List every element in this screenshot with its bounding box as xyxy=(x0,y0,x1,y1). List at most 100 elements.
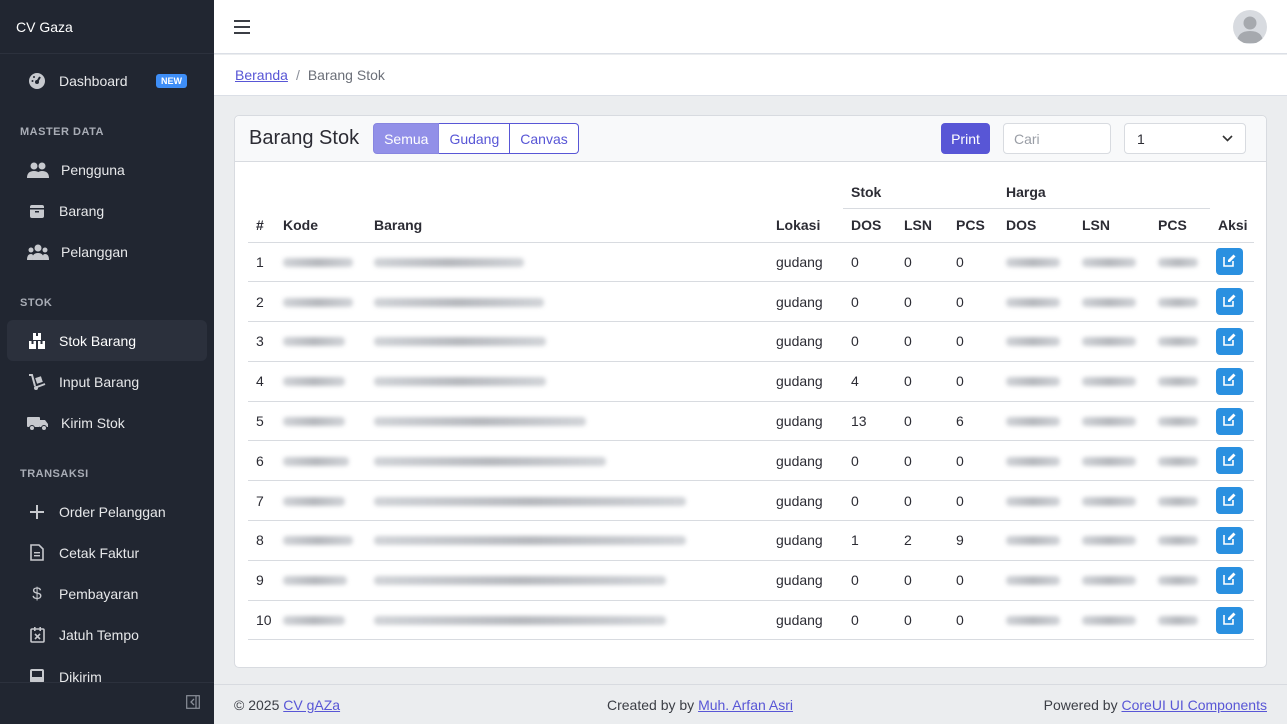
hamburger-menu-icon[interactable] xyxy=(234,14,250,40)
stok-pcs-cell: 0 xyxy=(948,321,998,362)
sidebar-item-label: Input Barang xyxy=(59,373,140,390)
table-row: 2 gudang 0 0 0 xyxy=(248,281,1254,323)
sidebar-item-input-barang[interactable]: Input Barang xyxy=(7,361,207,402)
edit-button[interactable] xyxy=(1216,526,1243,554)
filter-gudang-button[interactable]: Gudang xyxy=(439,123,511,154)
sidebar-item-dikirim[interactable]: Dikirim xyxy=(7,655,207,685)
edit-button[interactable] xyxy=(1216,367,1243,395)
print-button[interactable]: Print xyxy=(941,123,990,154)
harga-pcs-cell xyxy=(1150,560,1210,601)
sidebar-item-order-pelanggan[interactable]: Order Pelanggan xyxy=(7,491,207,532)
edit-button[interactable] xyxy=(1216,566,1243,594)
table-row: 3 gudang 0 0 0 xyxy=(248,321,1254,362)
sidebar-item-label: Stok Barang xyxy=(59,332,137,349)
harga-dos-cell xyxy=(998,600,1074,641)
sidebar-item-stok-barang[interactable]: Stok Barang xyxy=(7,320,207,361)
sidebar-toggler[interactable] xyxy=(0,682,214,724)
stok-pcs-cell: 0 xyxy=(948,440,998,482)
kode-cell xyxy=(275,520,366,561)
collapse-icon xyxy=(186,695,200,712)
aksi-cell xyxy=(1210,440,1254,482)
edit-icon xyxy=(1223,572,1236,588)
table-row: 7 gudang 0 0 0 xyxy=(248,480,1254,522)
harga-dos-cell xyxy=(998,242,1074,283)
dolly-icon xyxy=(27,373,47,391)
barang-cell xyxy=(366,281,768,323)
kode-cell xyxy=(275,242,366,283)
section-title: TRANSAKSI xyxy=(20,468,89,480)
sidebar-item-pengguna[interactable]: Pengguna xyxy=(7,149,207,190)
stok-pcs-cell: 0 xyxy=(948,480,998,522)
box-icon xyxy=(27,202,47,220)
breadcrumb-current: Barang Stok xyxy=(307,67,385,83)
section-title: MASTER DATA xyxy=(20,126,104,138)
avatar[interactable] xyxy=(1233,10,1267,44)
new-badge: NEW xyxy=(156,73,187,88)
search-input[interactable] xyxy=(1003,123,1111,154)
row-number: 8 xyxy=(248,520,275,561)
harga-lsn-cell xyxy=(1074,401,1150,442)
boxes-icon xyxy=(27,332,47,350)
stok-lsn-cell: 0 xyxy=(896,480,948,522)
harga-lsn-cell xyxy=(1074,281,1150,323)
breadcrumb-home-link[interactable]: Beranda xyxy=(235,67,288,83)
sidebar-item-label: Pembayaran xyxy=(59,585,139,602)
lokasi-cell: gudang xyxy=(768,242,843,283)
edit-button[interactable] xyxy=(1216,487,1243,515)
column-header: LSN xyxy=(1074,208,1150,243)
harga-pcs-cell xyxy=(1150,480,1210,522)
coreui-link[interactable]: CoreUI UI Components xyxy=(1121,697,1267,713)
harga-dos-cell xyxy=(998,361,1074,402)
edit-button[interactable] xyxy=(1216,447,1243,475)
lokasi-cell: gudang xyxy=(768,361,843,402)
edit-button[interactable] xyxy=(1216,288,1243,316)
edit-button[interactable] xyxy=(1216,248,1243,276)
harga-lsn-cell xyxy=(1074,480,1150,522)
author-link[interactable]: Muh. Arfan Asri xyxy=(698,697,793,713)
harga-dos-cell xyxy=(998,440,1074,482)
sidebar-item-jatuh-tempo[interactable]: Jatuh Tempo xyxy=(7,614,207,655)
column-header: PCS xyxy=(948,208,998,243)
barang-cell xyxy=(366,480,768,522)
brand[interactable]: CV Gaza xyxy=(0,0,214,54)
harga-group-header: Harga xyxy=(998,176,1210,209)
stok-lsn-cell: 0 xyxy=(896,281,948,323)
lokasi-cell: gudang xyxy=(768,281,843,323)
filter-semua-button[interactable]: Semua xyxy=(373,123,440,154)
edit-icon xyxy=(1223,493,1236,509)
sidebar-item-barang[interactable]: Barang xyxy=(7,190,207,231)
kode-cell xyxy=(275,480,366,522)
lokasi-cell: gudang xyxy=(768,520,843,561)
sidebar-item-kirim-stok[interactable]: Kirim Stok xyxy=(7,402,207,443)
table-row: 10 gudang 0 0 0 xyxy=(248,600,1254,641)
barang-cell xyxy=(366,600,768,641)
stok-lsn-cell: 0 xyxy=(896,440,948,482)
sidebar-item-pembayaran[interactable]: $ Pembayaran xyxy=(7,573,207,614)
barang-cell xyxy=(366,321,768,362)
lokasi-cell: gudang xyxy=(768,480,843,522)
edit-button[interactable] xyxy=(1216,407,1243,435)
speedometer-icon xyxy=(27,72,47,90)
filter-canvas-button[interactable]: Canvas xyxy=(510,123,579,154)
stok-group-header: Stok xyxy=(843,176,998,209)
sidebar-item-pelanggan[interactable]: Pelanggan xyxy=(7,231,207,272)
sidebar-item-label: Order Pelanggan xyxy=(59,503,166,520)
sidebar-item-dashboard[interactable]: Dashboard NEW xyxy=(7,60,207,101)
calendar-x-icon xyxy=(27,626,47,644)
breadcrumb: Beranda / Barang Stok xyxy=(214,55,1287,96)
file-icon xyxy=(27,544,47,562)
sidebar-item-cetak-faktur[interactable]: Cetak Faktur xyxy=(7,532,207,573)
edit-button[interactable] xyxy=(1216,606,1243,634)
company-link[interactable]: CV gAZa xyxy=(283,697,340,713)
harga-pcs-cell xyxy=(1150,600,1210,641)
harga-pcs-cell xyxy=(1150,440,1210,482)
barang-cell xyxy=(366,560,768,601)
row-number: 10 xyxy=(248,600,275,641)
page-select[interactable]: 1 xyxy=(1124,123,1246,154)
harga-dos-cell xyxy=(998,281,1074,323)
row-number: 2 xyxy=(248,281,275,323)
column-header: PCS xyxy=(1150,208,1210,243)
edit-button[interactable] xyxy=(1216,327,1243,355)
kode-cell xyxy=(275,600,366,641)
dollar-icon: $ xyxy=(32,583,42,603)
